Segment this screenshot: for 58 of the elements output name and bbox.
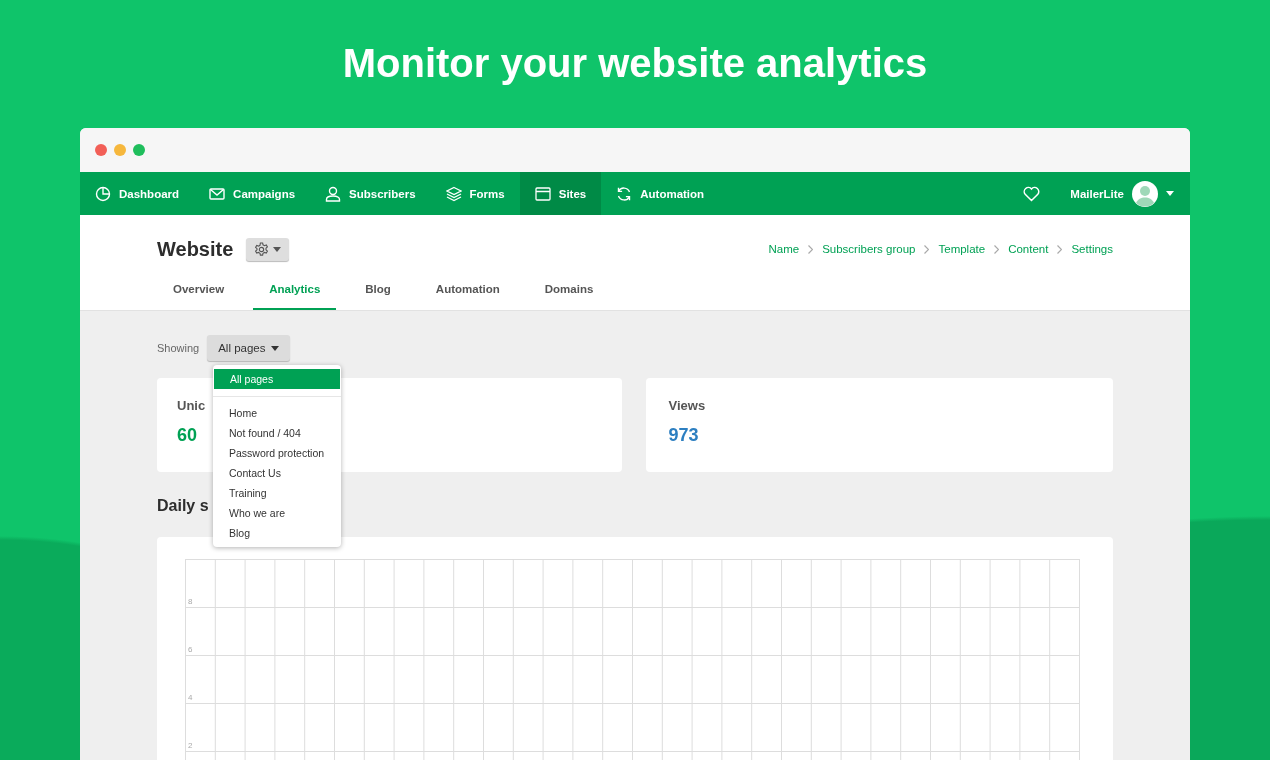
y-axis-label: 2 bbox=[188, 741, 193, 750]
breadcrumb-link[interactable]: Template bbox=[938, 243, 986, 255]
page-tab[interactable]: Automation bbox=[419, 283, 516, 310]
section-title: Daily s bbox=[157, 497, 209, 515]
settings-icon bbox=[254, 241, 270, 257]
nav-item[interactable]: Dashboard bbox=[80, 172, 195, 215]
nav-item[interactable]: Sites bbox=[519, 172, 602, 215]
page-tab[interactable]: Overview bbox=[157, 283, 241, 310]
stat-label: Unic bbox=[177, 398, 206, 413]
y-axis-label: 8 bbox=[188, 597, 193, 606]
close-dot[interactable] bbox=[95, 144, 107, 156]
chevron-right-icon bbox=[924, 244, 930, 254]
person-icon bbox=[325, 185, 342, 202]
page-tab[interactable]: Analytics bbox=[253, 283, 337, 310]
caret-icon bbox=[1166, 191, 1174, 196]
layers-icon bbox=[445, 185, 462, 202]
headline: Monitor your website analytics bbox=[341, 39, 929, 87]
breadcrumb-link[interactable]: Content bbox=[1008, 243, 1049, 255]
heart-icon[interactable] bbox=[1023, 185, 1041, 202]
chevron-right-icon bbox=[1057, 244, 1063, 254]
refresh-icon bbox=[616, 185, 633, 202]
stat-value: 973 bbox=[668, 425, 699, 446]
y-axis-label: 6 bbox=[188, 645, 193, 654]
breadcrumb-link[interactable]: Name bbox=[768, 243, 800, 255]
chevron-right-icon bbox=[808, 244, 814, 254]
nav-item[interactable]: Campaigns bbox=[194, 172, 311, 215]
chevron-right-icon bbox=[994, 244, 1000, 254]
dropdown-option[interactable]: Not found / 404 bbox=[213, 423, 341, 443]
stat-label: Views bbox=[668, 398, 706, 413]
maximize-dot[interactable] bbox=[133, 144, 145, 156]
dropdown-option[interactable]: Contact Us bbox=[213, 463, 341, 483]
page-title: Website bbox=[157, 237, 234, 261]
caret-icon bbox=[273, 246, 282, 252]
browser-window-icon bbox=[534, 185, 551, 202]
account-name[interactable]: MailerLite bbox=[1070, 187, 1124, 200]
envelope-icon bbox=[209, 185, 226, 202]
pie-chart-icon bbox=[95, 185, 111, 202]
caret-icon bbox=[270, 345, 279, 351]
breadcrumb-link[interactable]: Settings bbox=[1071, 243, 1113, 255]
settings-button[interactable] bbox=[246, 237, 290, 261]
y-axis-label: 4 bbox=[188, 693, 193, 702]
page-tab[interactable]: Domains bbox=[528, 283, 610, 310]
page-filter-dropdown[interactable]: All pages bbox=[207, 335, 290, 361]
stat-value: 60 bbox=[177, 425, 198, 446]
nav-item[interactable]: Automation bbox=[601, 172, 720, 215]
avatar-icon[interactable] bbox=[1132, 180, 1158, 207]
dropdown-option[interactable]: Training bbox=[213, 483, 341, 503]
dropdown-option[interactable]: Password protection bbox=[213, 443, 341, 463]
dropdown-option[interactable]: All pages bbox=[214, 369, 340, 389]
nav-item[interactable]: Subscribers bbox=[310, 172, 431, 215]
dropdown-option[interactable]: Blog bbox=[213, 523, 341, 543]
breadcrumb-link[interactable]: Subscribers group bbox=[822, 243, 916, 255]
page-tab[interactable]: Blog bbox=[349, 283, 407, 310]
minimize-dot[interactable] bbox=[114, 144, 126, 156]
dropdown-option[interactable]: Who we are bbox=[213, 503, 341, 523]
nav-item[interactable]: Forms bbox=[430, 172, 520, 215]
dropdown-option[interactable]: Home bbox=[213, 403, 341, 423]
filter-label: Showing bbox=[157, 342, 200, 354]
